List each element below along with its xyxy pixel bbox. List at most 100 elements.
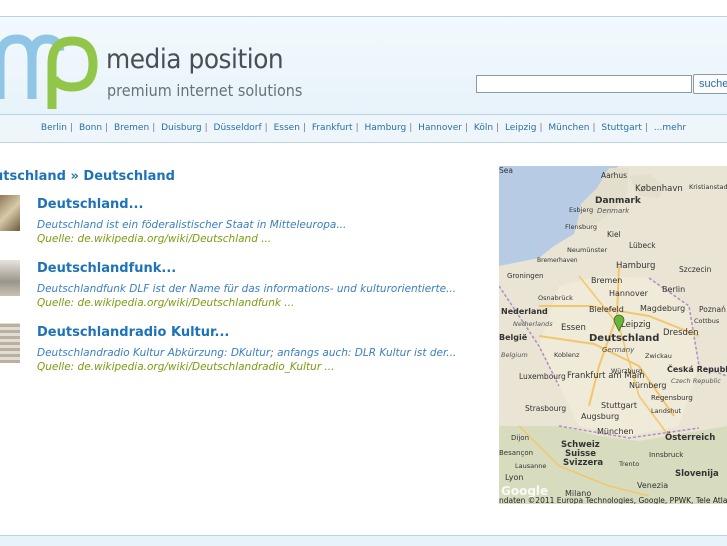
separator: | [264, 123, 268, 133]
map-label: Szczecin [679, 265, 712, 274]
map-label: Belgium [501, 351, 528, 359]
map-label: Regensburg [651, 394, 693, 402]
separator: | [644, 123, 648, 133]
map-label: Danmark [595, 196, 642, 206]
map-label: Flensburg [565, 223, 597, 231]
map-label: Lausanne [515, 462, 546, 470]
breadcrumb[interactable]: utschland » Deutschland [0, 169, 175, 184]
map-label: Venezia [637, 481, 668, 490]
city-link-hamburg[interactable]: Hamburg [365, 123, 407, 133]
separator: | [592, 123, 596, 133]
map-label: Koblenz [554, 351, 580, 359]
map-label: Groningen [507, 272, 543, 280]
result-title[interactable]: Deutschlandradio Kultur... [37, 325, 229, 340]
map-label: Netherlands [513, 320, 553, 328]
result-title[interactable]: Deutschland... [37, 197, 143, 212]
map-label: Innsbruck [649, 451, 684, 459]
result-description: Deutschlandfunk DLF ist der Name für das… [37, 283, 457, 295]
map-label: Magdeburg [640, 304, 685, 313]
separator: | [204, 123, 208, 133]
map-label: Besançon [499, 449, 533, 457]
city-link-bremen[interactable]: Bremen [114, 123, 149, 133]
map-label: Dresden [663, 328, 699, 338]
map-widget[interactable]: Sea Aarhus København Kristianstad Danmar… [499, 166, 727, 504]
map-label: Augsburg [581, 412, 619, 421]
result-description: Deutschland ist ein föderalistischer Sta… [37, 219, 347, 231]
brand-tagline: premium internet solutions [107, 81, 303, 100]
map-label: Nürnberg [629, 381, 667, 390]
city-nav: Berlin | Bonn | Bremen | Duisburg | Düsseldo… [0, 115, 727, 143]
result-title[interactable]: Deutschlandfunk... [37, 261, 176, 276]
separator: | [496, 123, 500, 133]
map-canvas[interactable]: Sea Aarhus København Kristianstad Danmar… [499, 166, 727, 504]
map-label: Poznań [699, 305, 726, 314]
map-label: Kiel [607, 230, 621, 239]
map-label: Česká Republika [667, 363, 727, 374]
result-thumbnail[interactable] [0, 323, 20, 363]
city-link-hannover[interactable]: Hannover [418, 123, 462, 133]
city-link-muenchen[interactable]: München [548, 123, 589, 133]
city-link-koeln[interactable]: Köln [474, 123, 493, 133]
city-link-stuttgart[interactable]: Stuttgart [601, 123, 641, 133]
separator: | [409, 123, 413, 133]
map-label: Deutschland [589, 333, 659, 344]
result-description: Deutschlandradio Kultur Abkürzung: DKult… [37, 347, 457, 359]
map-label: Österreich [665, 432, 715, 443]
map-label: Strasbourg [525, 404, 566, 413]
separator: | [539, 123, 543, 133]
map-label: Bremerhaven [537, 257, 578, 264]
map-label: Osnabrück [538, 294, 573, 302]
map-label: København [635, 184, 683, 194]
map-label: Svizzera [563, 458, 603, 468]
result-source[interactable]: Quelle: de.wikipedia.org/wiki/Deutschlan… [37, 297, 294, 309]
map-label: Bremen [591, 276, 622, 285]
logo-icon[interactable] [0, 29, 102, 109]
map-copyright: ndaten ©2011 Europa Technologies, Google… [499, 496, 727, 504]
separator: | [70, 123, 74, 133]
map-label: Bielefeld [589, 305, 624, 314]
map-label: Germany [602, 346, 635, 354]
map-label: Lyon [505, 473, 523, 482]
map-label: Lübeck [629, 241, 656, 250]
footer-bar [0, 535, 727, 546]
map-label: München [597, 427, 634, 436]
map-label: Leipzig [621, 320, 651, 330]
search-button[interactable]: suche [693, 74, 727, 94]
result-source[interactable]: Quelle: de.wikipedia.org/wiki/Deutschlan… [37, 361, 335, 373]
map-label: Luxembourg [519, 372, 566, 381]
map-label: Essen [561, 323, 586, 333]
map-label: Zwickau [645, 352, 672, 360]
map-label: Aarhus [601, 171, 627, 180]
map-label: Landshut [651, 407, 681, 415]
city-link-berlin[interactable]: Berlin [41, 123, 67, 133]
map-label: Czech Republic [671, 377, 721, 385]
city-link-frankfurt[interactable]: Frankfurt [312, 123, 353, 133]
map-label: Würzburg [611, 367, 642, 375]
result-source[interactable]: Quelle: de.wikipedia.org/wiki/Deutschlan… [37, 233, 271, 245]
city-link-more[interactable]: ...mehr [654, 123, 686, 133]
map-label: Trento [618, 460, 639, 468]
map-label: Stuttgart [601, 401, 637, 410]
city-link-duesseldorf[interactable]: Düsseldorf [214, 123, 262, 133]
map-label: Hannover [609, 289, 649, 298]
map-label: Berlin [662, 285, 685, 294]
map-label: Hamburg [616, 261, 655, 271]
map-label: Kristianstad [689, 183, 727, 191]
city-link-essen[interactable]: Essen [274, 123, 300, 133]
city-link-leipzig[interactable]: Leipzig [505, 123, 537, 133]
separator: | [355, 123, 359, 133]
city-link-bonn[interactable]: Bonn [79, 123, 102, 133]
separator: | [302, 123, 306, 133]
map-label: Neumünster [567, 246, 607, 254]
search-input[interactable] [476, 75, 692, 93]
separator: | [105, 123, 109, 133]
map-label: Cottbus [694, 317, 720, 325]
map-label: België [499, 333, 528, 342]
city-link-duisburg[interactable]: Duisburg [161, 123, 202, 133]
map-label: Nederland [501, 307, 548, 316]
separator: | [464, 123, 468, 133]
result-thumbnail[interactable] [0, 260, 20, 296]
site-header: media position premium internet solution… [0, 17, 727, 115]
map-label: Slovenija [675, 469, 719, 479]
result-thumbnail[interactable] [0, 195, 20, 231]
